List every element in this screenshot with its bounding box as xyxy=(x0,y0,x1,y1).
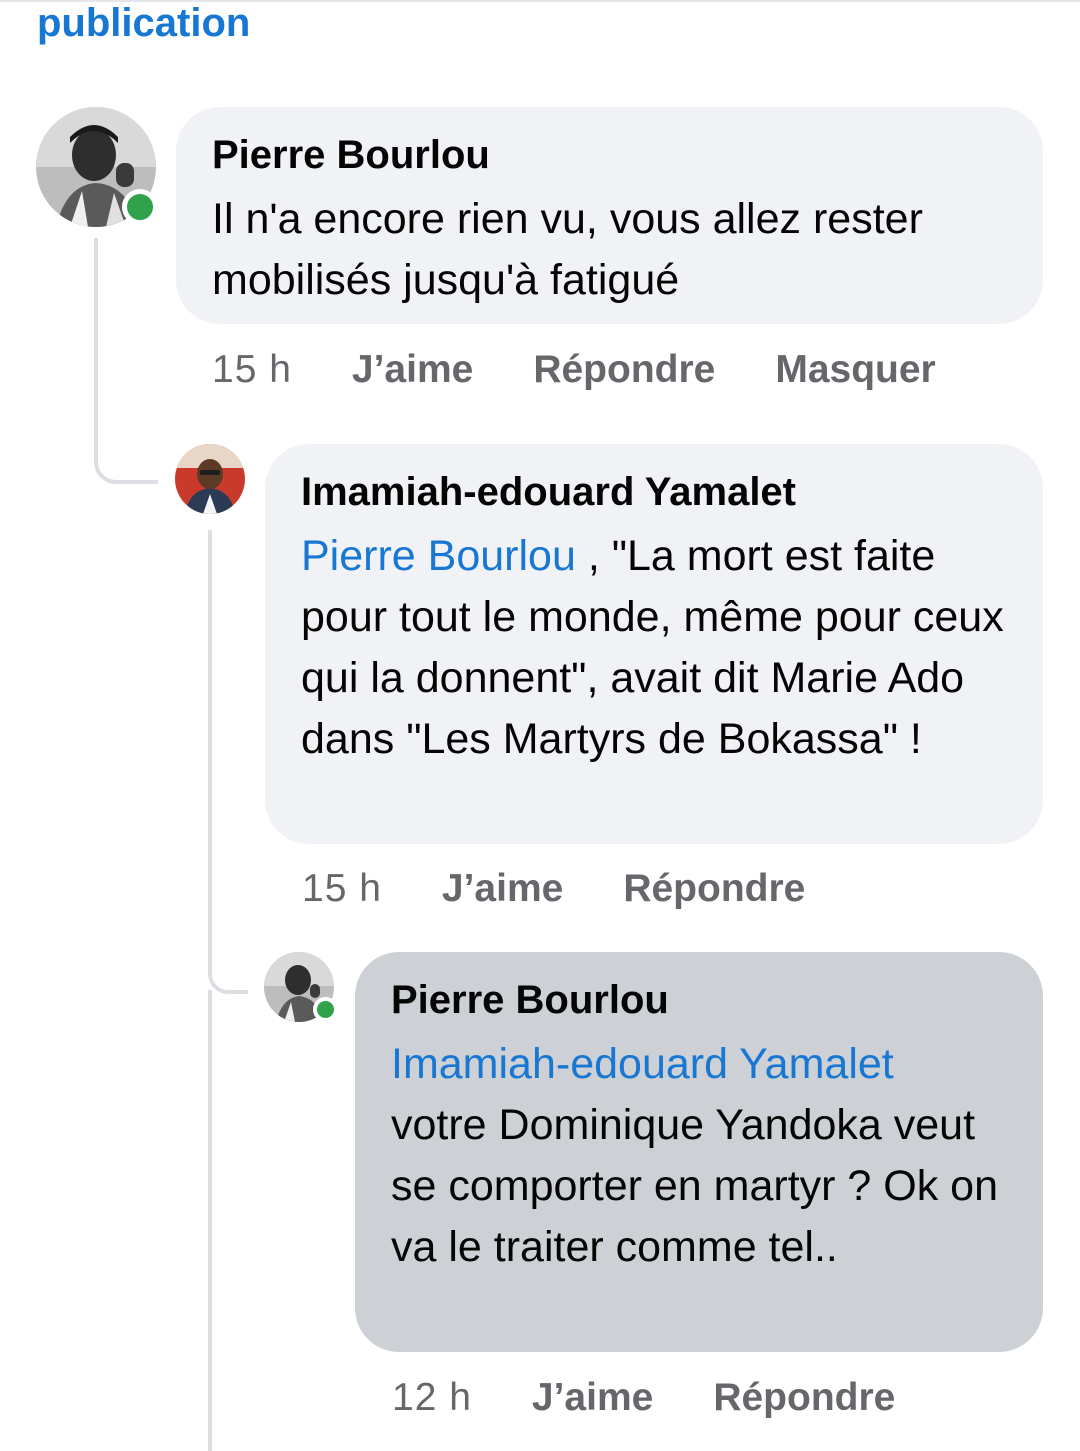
like-button[interactable]: J’aime xyxy=(532,1375,653,1421)
comment-body: votre Dominique Yandoka veut se comporte… xyxy=(391,1101,998,1271)
comment-text: Il n'a encore rien vu, vous allez rester… xyxy=(212,195,923,304)
like-button[interactable]: J’aime xyxy=(352,347,473,393)
avatar-photo-color xyxy=(175,444,245,514)
comment-actions: 15 h J’aime Répondre xyxy=(302,866,805,912)
mention-link[interactable]: Imamiah-edouard Yamalet xyxy=(391,1040,894,1088)
comment-actions: 15 h J’aime Répondre Masquer xyxy=(212,347,936,393)
thread-connector xyxy=(208,990,212,1451)
comment-text: Imamiah-edouard Yamalet votre Dominique Y… xyxy=(391,1034,1013,1278)
reply-button[interactable]: Répondre xyxy=(533,347,715,393)
comment-timestamp[interactable]: 15 h xyxy=(302,866,382,912)
reply-button[interactable]: Répondre xyxy=(623,866,805,912)
comment-timestamp[interactable]: 12 h xyxy=(392,1375,472,1421)
mention-link[interactable]: Pierre Bourlou xyxy=(301,532,576,580)
like-button[interactable]: J’aime xyxy=(442,866,563,912)
publication-link[interactable]: publication xyxy=(37,0,250,46)
comment-thread-view: publication Pierre Bourlou Il n'a encore… xyxy=(0,0,1080,1451)
online-status-icon xyxy=(313,997,338,1022)
comment-timestamp[interactable]: 15 h xyxy=(212,347,292,393)
thread-connector xyxy=(208,530,248,994)
comment-author[interactable]: Imamiah-edouard Yamalet xyxy=(301,468,1013,516)
hide-button[interactable]: Masquer xyxy=(775,347,935,393)
reply-button[interactable]: Répondre xyxy=(713,1375,895,1421)
reply-bubble[interactable]: Imamiah-edouard Yamalet Pierre Bourlou ,… xyxy=(265,444,1043,844)
comment-text: Pierre Bourlou , "La mort est faite pour… xyxy=(301,526,1013,770)
thread-connector xyxy=(94,238,158,484)
reply-bubble-highlighted[interactable]: Pierre Bourlou Imamiah-edouard Yamalet vo… xyxy=(355,952,1043,1352)
online-status-icon xyxy=(122,189,158,225)
comment-bubble[interactable]: Pierre Bourlou Il n'a encore rien vu, vo… xyxy=(176,107,1043,324)
comment-author[interactable]: Pierre Bourlou xyxy=(391,976,1013,1024)
avatar[interactable] xyxy=(175,444,245,514)
comment-author[interactable]: Pierre Bourlou xyxy=(212,131,1013,179)
comment-actions: 12 h J’aime Répondre xyxy=(392,1375,895,1421)
